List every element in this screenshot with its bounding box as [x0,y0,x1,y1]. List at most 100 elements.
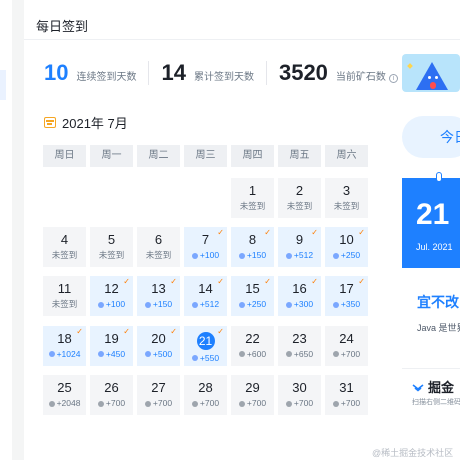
reward-label: +650 [278,349,321,359]
ore-icon [191,400,198,407]
day-sub-text: +500 [152,348,173,359]
reward-label: +500 [137,349,180,359]
calendar-day[interactable]: 1 未签到 [231,178,274,218]
calendar-day[interactable]: 22 +600 [231,325,274,366]
calendar-day[interactable]: 3 未签到 [325,178,368,218]
day-sub-text: +700 [105,397,126,408]
day-sub-text: +100 [199,250,220,261]
ore-icon [332,351,339,358]
day-number: 23 [292,330,307,346]
reward-label: +150 [231,250,274,260]
calendar-day[interactable]: ✓ 13 +150 [137,276,180,317]
stat-consecutive-days: 10 连续签到天数 [44,62,136,84]
calendar-day[interactable]: ✓ 16 +300 [278,276,321,317]
day-number: 1 [248,183,257,198]
ore-icon [285,351,292,358]
checked-icon: ✓ [217,277,224,287]
reward-label: +512 [184,299,227,309]
calendar-day[interactable]: ✓ 9 +512 [278,227,321,268]
ore-icon [332,302,339,309]
brand-row: 掘金 扫描右侧二维码 [402,368,460,418]
calendar-day[interactable]: ✓ 12 +100 [90,276,133,317]
reward-label: +600 [231,349,274,359]
calendar-day[interactable]: 27 +700 [137,374,180,415]
checked-icon: ✓ [264,228,271,238]
calendar-day[interactable]: ✓ 15 +250 [231,276,274,317]
checked-icon: ✓ [123,277,130,287]
calendar-day[interactable]: ✓ 19 +450 [90,325,133,366]
ore-icon [285,302,292,309]
calendar-day[interactable]: 5 未签到 [90,227,133,268]
reward-label: +700 [90,398,133,408]
ore-icon [191,355,198,362]
mascot-eye [428,76,431,79]
day-number: 2 [295,183,304,198]
unsigned-label: 未签到 [43,250,86,260]
day-number: 11 [57,281,72,297]
calendar-day[interactable]: 29 +700 [231,374,274,415]
day-number: 29 [245,379,260,395]
calendar-day[interactable]: ✓ 10 +250 [325,227,368,268]
ore-icon [144,400,151,407]
unsigned-label: 未签到 [43,299,86,309]
day-sub-text: +700 [152,397,173,408]
reward-label: +700 [231,398,274,408]
reward-label: +250 [231,299,274,309]
calendar-day[interactable]: 26 +700 [90,374,133,415]
weekday-label: 周日 [43,145,86,167]
reward-label: +2048 [43,398,86,408]
calendar-day[interactable]: 4 未签到 [43,227,86,268]
calendar-day[interactable]: 24 +700 [325,325,368,366]
calendar-day[interactable]: ✓ 7 +100 [184,227,227,268]
calendar-day[interactable]: 30 +700 [278,374,321,415]
juejin-logo: 掘金 [412,377,454,396]
reward-label: +350 [325,299,368,309]
left-rail-active-item[interactable] [0,70,6,100]
ore-icon [285,400,292,407]
stat-divider [148,61,150,85]
mascot-eye [435,76,438,79]
info-icon[interactable]: i [388,74,398,83]
day-sub-text: +600 [246,348,267,359]
reward-label: +150 [137,299,180,309]
side-panel: 今日 21 Jul. 2021 宜不改 Java 是世界 掘金 扫描右侧二维码 [402,0,460,460]
day-sub-text: +450 [105,348,126,359]
weekday-label: 周六 [325,145,368,167]
calendar-day[interactable]: 25 +2048 [43,374,86,415]
mascot-banner[interactable] [402,54,460,92]
day-number: 4 [60,232,69,248]
calendar-day[interactable]: 6 未签到 [137,227,180,268]
calendar-day[interactable]: ✓ 14 +512 [184,276,227,317]
calendar-day[interactable]: ✓ 17 +350 [325,276,368,317]
reward-label: +700 [325,349,368,359]
day-number: 25 [57,379,72,395]
day-sub-text: +150 [152,299,173,310]
calendar-day[interactable]: ✓ 20 +500 [137,325,180,366]
calendar-icon [44,117,56,128]
day-number: 26 [104,379,119,395]
stat-value: 14 [161,60,186,85]
checked-icon: ✓ [76,326,83,336]
calendar-day[interactable]: ✓ 18 +1024 [43,325,86,366]
reward-label: +100 [90,299,133,309]
calendar-day[interactable]: ✓ 8 +150 [231,227,274,268]
calendar-day[interactable]: 11 未签到 [43,276,86,317]
ore-icon [144,351,151,358]
day-sub-text: +700 [293,397,314,408]
checked-icon: ✓ [358,228,365,238]
checkin-card: 每日签到 10 连续签到天数 14 累计签到天数 3520 当前矿石数 i 20… [24,0,460,460]
calendar-day[interactable]: 23 +650 [278,325,321,366]
calendar-day[interactable]: 2 未签到 [278,178,321,218]
calendar-day[interactable]: 28 +700 [184,374,227,415]
weekday-label: 周一 [90,145,133,167]
day-number: 21 [196,331,215,350]
reward-label: +300 [278,299,321,309]
unsigned-label: 未签到 [278,201,321,211]
stat-total-days: 14 累计签到天数 [161,62,253,84]
today-checkin-button[interactable]: 今日 [402,116,460,158]
calendar-day[interactable]: 31 +700 [325,374,368,415]
stat-label: 当前矿石数 [335,72,386,83]
day-sub-text: +100 [105,299,126,310]
day-number: 27 [151,379,166,395]
calendar-day[interactable]: ✓ 21 +550 [184,325,227,366]
